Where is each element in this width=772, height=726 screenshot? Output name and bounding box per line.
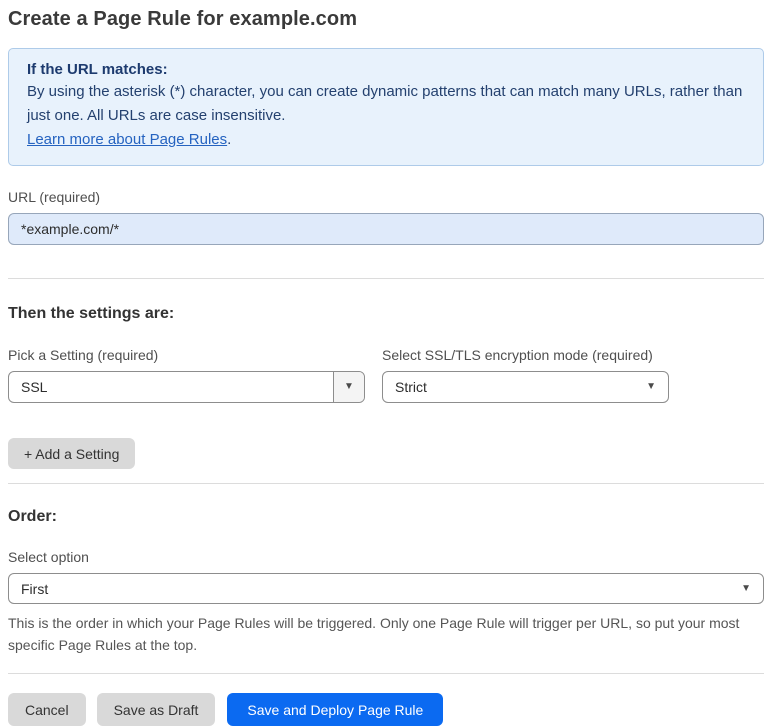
pick-setting-column: Pick a Setting (required) SSL ▼ xyxy=(8,347,365,403)
chevron-down-icon: ▼ xyxy=(741,582,751,594)
save-as-draft-button[interactable]: Save as Draft xyxy=(96,693,216,726)
order-dropdown[interactable]: First ▼ xyxy=(8,573,764,604)
link-suffix: . xyxy=(227,131,232,148)
info-box-body: By using the asterisk (*) character, you… xyxy=(27,83,743,124)
cancel-button[interactable]: Cancel xyxy=(8,693,86,726)
ssl-mode-column: Select SSL/TLS encryption mode (required… xyxy=(382,347,669,403)
order-value: First xyxy=(21,580,49,597)
ssl-mode-label: Select SSL/TLS encryption mode (required… xyxy=(382,347,653,363)
ssl-mode-value: Strict xyxy=(395,379,427,395)
info-link-line: Learn more about Page Rules. xyxy=(27,128,745,152)
settings-section-heading: Then the settings are: xyxy=(8,305,175,322)
chevron-down-icon: ▼ xyxy=(344,381,354,392)
order-section-heading: Order: xyxy=(8,508,57,525)
order-select-label: Select option xyxy=(8,549,89,565)
divider xyxy=(8,673,764,674)
info-box-heading: If the URL matches: xyxy=(27,61,168,78)
footer-actions: Cancel Save as Draft Save and Deploy Pag… xyxy=(8,693,764,726)
add-setting-button[interactable]: + Add a Setting xyxy=(8,438,136,469)
page-title: Create a Page Rule for example.com xyxy=(8,8,358,30)
url-field-label: URL (required) xyxy=(8,189,101,205)
save-and-deploy-button[interactable]: Save and Deploy Page Rule xyxy=(227,693,444,726)
order-help-text: This is the order in which your Page Rul… xyxy=(8,615,740,653)
pick-setting-value: SSL xyxy=(21,379,48,395)
pick-setting-arrow-box: ▼ xyxy=(333,372,364,402)
url-input[interactable] xyxy=(8,213,764,245)
url-match-info-box: If the URL matches: By using the asteris… xyxy=(8,48,764,166)
pick-setting-label: Pick a Setting (required) xyxy=(8,347,159,363)
page-rule-form: Create a Page Rule for example.com If th… xyxy=(0,0,772,726)
settings-row: Pick a Setting (required) SSL ▼ Select S… xyxy=(8,347,764,403)
pick-setting-dropdown[interactable]: SSL ▼ xyxy=(8,371,365,403)
divider xyxy=(8,278,764,279)
chevron-down-icon: ▼ xyxy=(646,381,656,392)
ssl-mode-dropdown[interactable]: Strict ▼ xyxy=(382,371,669,403)
learn-more-link[interactable]: Learn more about Page Rules xyxy=(27,131,227,148)
divider xyxy=(8,483,764,484)
